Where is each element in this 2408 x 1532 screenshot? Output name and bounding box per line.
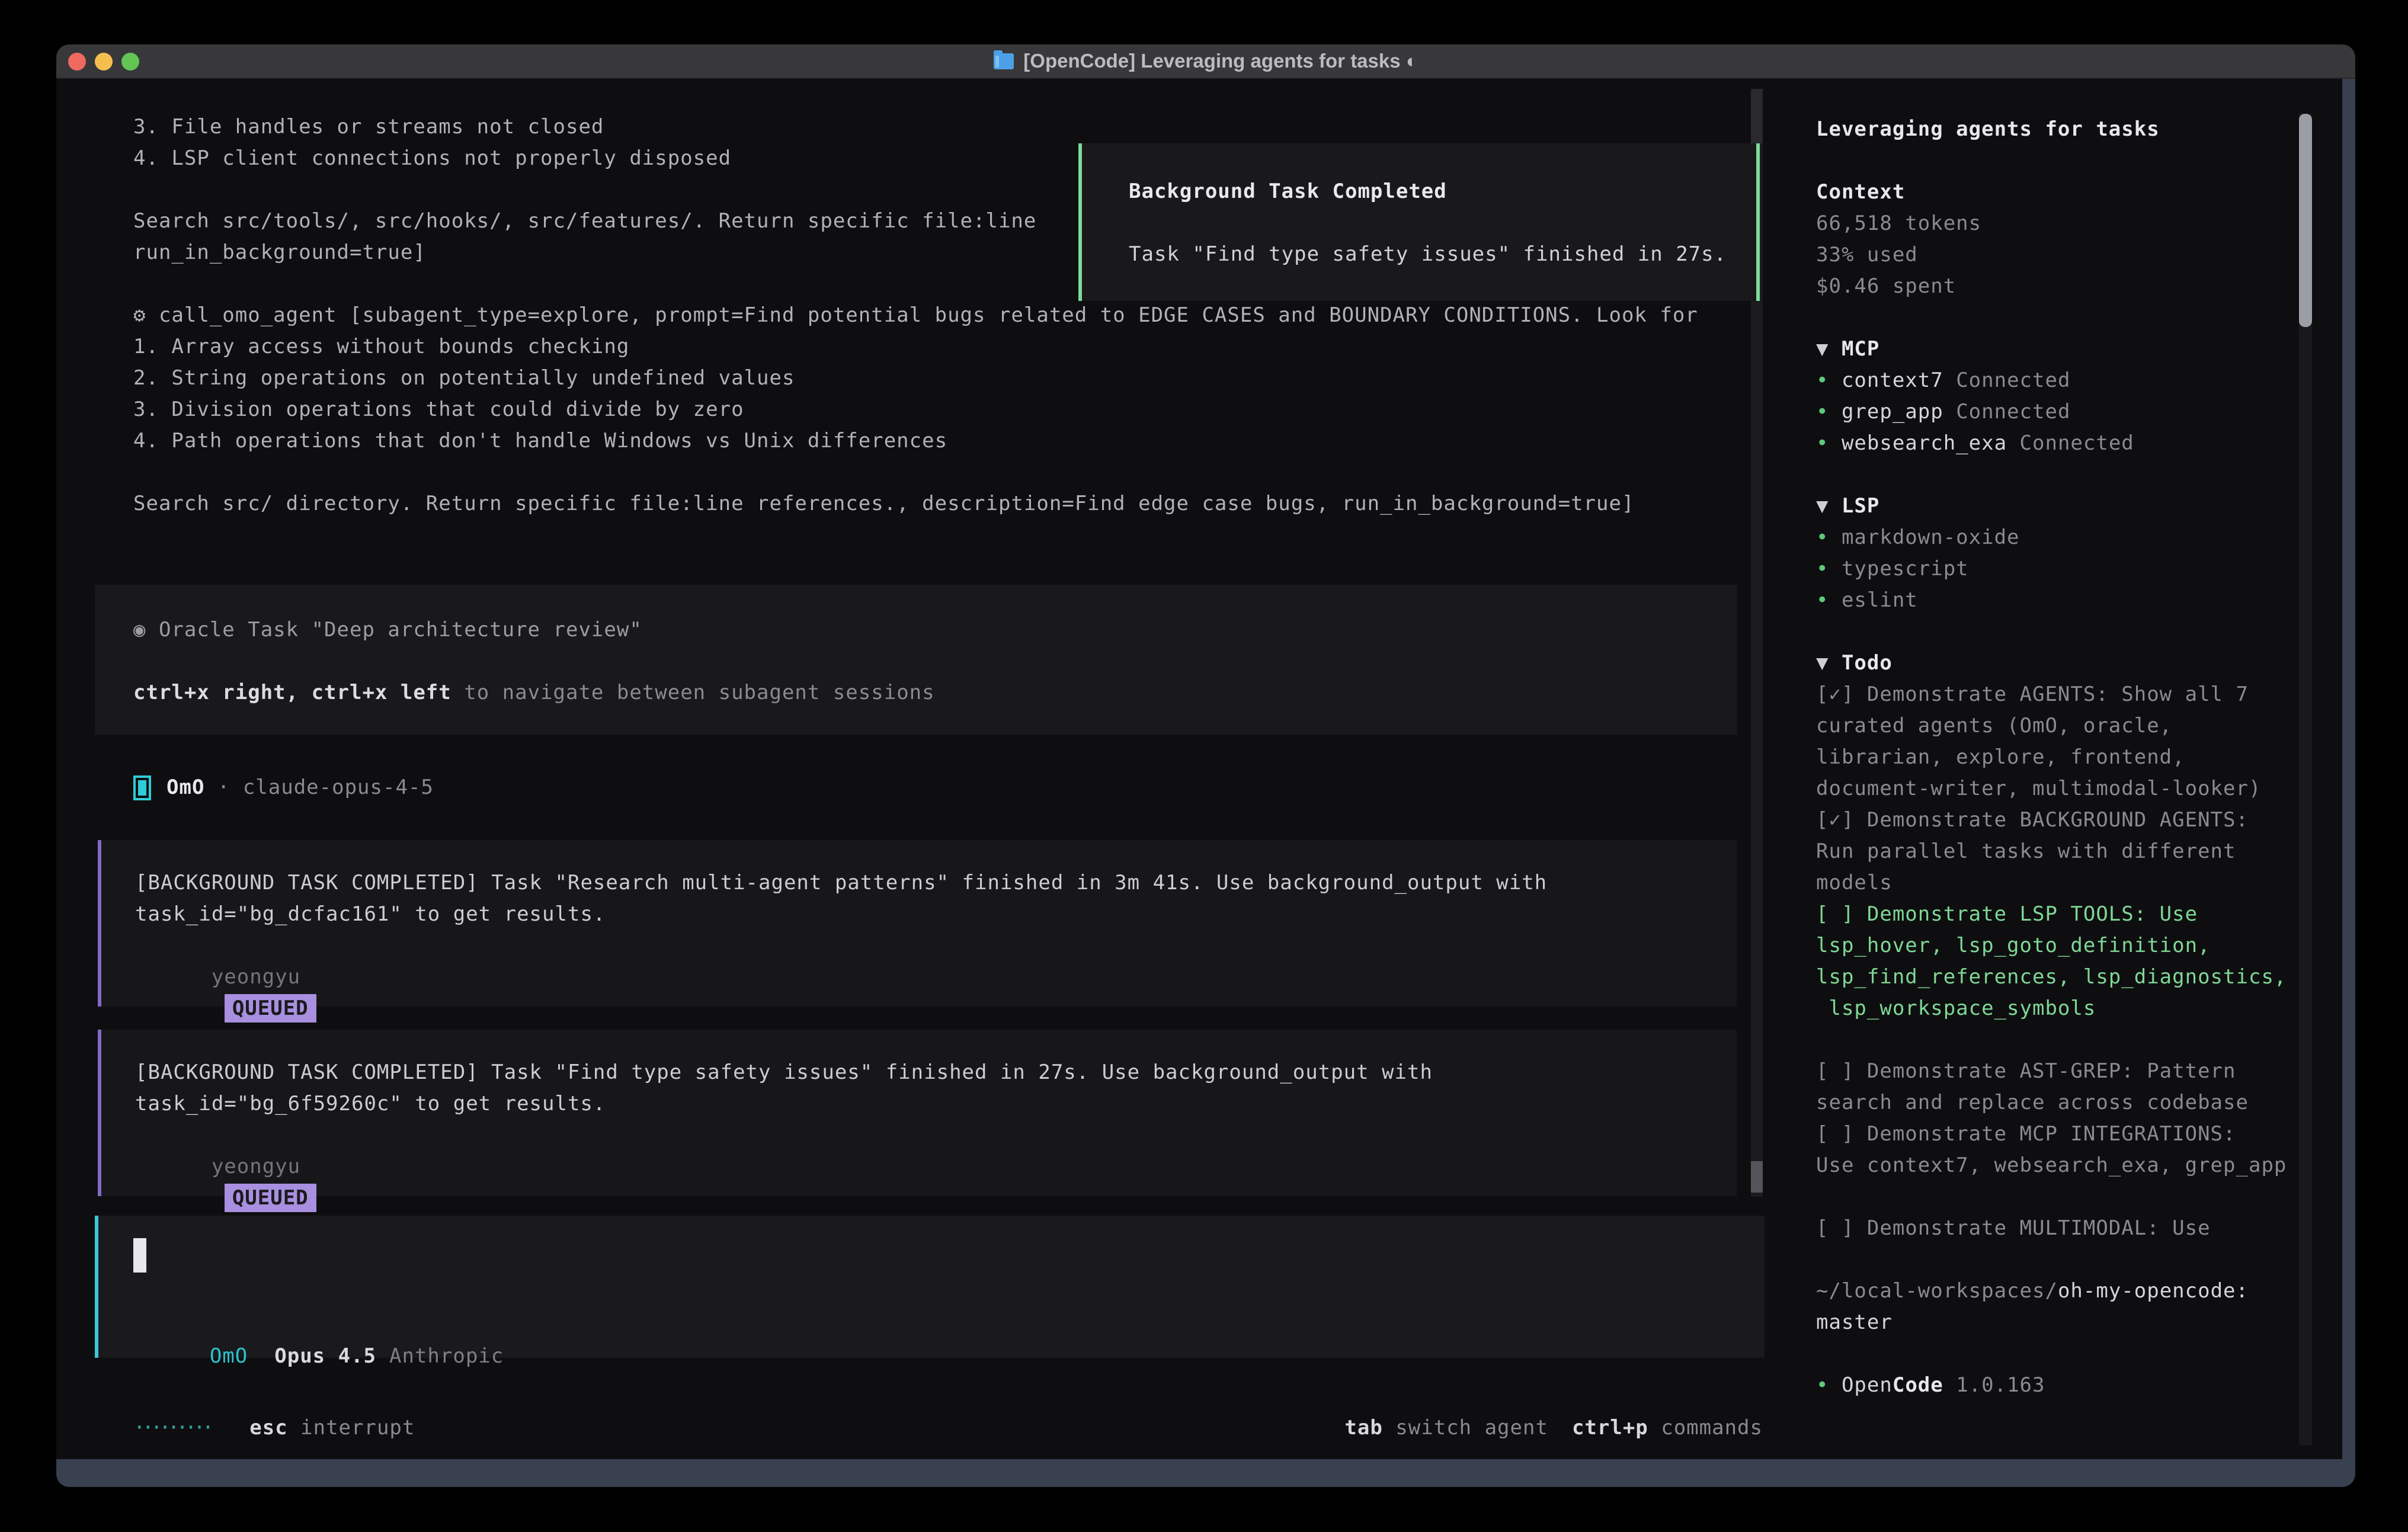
text-line xyxy=(1816,1181,2290,1213)
app-window: [OpenCode] Leveraging agents for tasks ◐… xyxy=(56,44,2355,1487)
background-task-message-1: [BACKGROUND TASK COMPLETED] Task "Resear… xyxy=(98,840,1737,1007)
message-text: [BACKGROUND TASK COMPLETED] Task "Resear… xyxy=(135,871,1547,895)
text-line: models xyxy=(1816,867,2290,899)
text-line xyxy=(1816,145,2290,177)
text-line: 33% used xyxy=(1816,239,2290,271)
text-line: master xyxy=(1816,1307,2290,1338)
text-line: 1. Array access without bounds checking xyxy=(133,331,1698,363)
spinner-dots-icon: ········· xyxy=(133,1412,210,1444)
session-header: OmO · claude-opus-4-5 xyxy=(133,772,434,803)
oracle-task-panel: ◉ Oracle Task "Deep architecture review"… xyxy=(95,585,1737,735)
close-button[interactable] xyxy=(68,53,86,70)
session-model: · claude-opus-4-5 xyxy=(204,772,433,803)
text-line xyxy=(1816,616,2290,648)
text-line: Run parallel tasks with different xyxy=(1816,836,2290,867)
text-line: • OpenCode 1.0.163 xyxy=(1816,1370,2290,1401)
oracle-task-title: ◉ Oracle Task "Deep architecture review" xyxy=(133,614,1737,646)
text-line: Context xyxy=(1816,177,2290,208)
text-line: 3. File handles or streams not closed xyxy=(133,111,1698,143)
tab-key-hint: tab xyxy=(1344,1412,1382,1444)
model-selector[interactable]: OmO Opus 4.5 Anthropic xyxy=(133,1309,504,1403)
text-line: lsp_workspace_symbols xyxy=(1816,993,2290,1024)
background-task-message-2: [BACKGROUND TASK COMPLETED] Task "Find t… xyxy=(98,1030,1737,1196)
status-badge: QUEUED xyxy=(225,1184,316,1212)
text-line: [✓] Demonstrate BACKGROUND AGENTS: xyxy=(1816,805,2290,836)
input-agent-name: OmO xyxy=(210,1344,248,1368)
text-line xyxy=(1816,459,2290,491)
text-line: lsp_find_references, lsp_diagnostics, xyxy=(1816,961,2290,993)
text-line: 4. Path operations that don't handle Win… xyxy=(133,425,1698,457)
titlebar: [OpenCode] Leveraging agents for tasks ◐ xyxy=(56,44,2355,79)
sidebar-scrollbar-thumb[interactable] xyxy=(2299,114,2312,327)
esc-key-hint: esc xyxy=(249,1412,287,1444)
background-task-notification[interactable]: Background Task Completed Task "Find typ… xyxy=(1078,143,1760,301)
status-bar: ········· esc interrupt tab switch agent… xyxy=(133,1412,1763,1444)
text-line: librarian, explore, frontend, xyxy=(1816,742,2290,773)
ctrlp-key-hint: ctrl+p xyxy=(1572,1412,1648,1444)
input-model-name: Opus 4.5 xyxy=(274,1344,376,1368)
notification-body: Task "Find type safety issues" finished … xyxy=(1129,239,1756,270)
text-line: [ ] Demonstrate LSP TOOLS: Use xyxy=(1816,899,2290,930)
notification-title: Background Task Completed xyxy=(1129,176,1756,207)
text-line: 2. String operations on potentially unde… xyxy=(133,363,1698,394)
text-line: Leveraging agents for tasks xyxy=(1816,114,2290,145)
text-line: [✓] Demonstrate AGENTS: Show all 7 xyxy=(1816,679,2290,710)
text-line: [ ] Demonstrate AST-GREP: Pattern xyxy=(1816,1056,2290,1087)
text-line: [ ] Demonstrate MULTIMODAL: Use xyxy=(1816,1213,2290,1244)
agent-name: OmO xyxy=(166,772,204,803)
text-line: • context7 Connected xyxy=(1816,365,2290,396)
text-line xyxy=(1816,1024,2290,1056)
text-line: $0.46 spent xyxy=(1816,271,2290,302)
text-line xyxy=(1816,1338,2290,1370)
text-line: • typescript xyxy=(1816,553,2290,585)
text-line: 66,518 tokens xyxy=(1816,208,2290,239)
main-scrollbar-thumb[interactable] xyxy=(1751,1161,1763,1193)
message-author: yeongyu xyxy=(212,1155,300,1178)
window-right-edge xyxy=(2342,79,2355,1459)
text-line: Search src/ directory. Return specific f… xyxy=(133,488,1698,520)
sidebar-scrollbar[interactable] xyxy=(2299,114,2312,1446)
text-line: curated agents (OmO, oracle, xyxy=(1816,710,2290,742)
status-badge: QUEUED xyxy=(225,994,316,1023)
minimize-button[interactable] xyxy=(95,53,113,70)
text-line: • eslint xyxy=(1816,585,2290,616)
text-line: [ ] Demonstrate MCP INTEGRATIONS: xyxy=(1816,1118,2290,1150)
text-line: • websearch_exa Connected xyxy=(1816,428,2290,459)
main-scrollbar-thumb-top[interactable] xyxy=(1751,89,1763,143)
maximize-button[interactable] xyxy=(121,53,139,70)
text-line: ~/local-workspaces/oh-my-opencode: xyxy=(1816,1275,2290,1307)
text-line: lsp_hover, lsp_goto_definition, xyxy=(1816,930,2290,961)
text-line: Use context7, websearch_exa, grep_app xyxy=(1816,1150,2290,1181)
folder-icon xyxy=(994,53,1014,69)
text-line: 3. Division operations that could divide… xyxy=(133,394,1698,425)
text-line: ⚙ call_omo_agent [subagent_type=explore,… xyxy=(133,300,1698,331)
text-line xyxy=(133,457,1698,488)
text-line: document-writer, multimodal-looker) xyxy=(1816,773,2290,805)
message-text: [BACKGROUND TASK COMPLETED] Task "Find t… xyxy=(135,1060,1433,1084)
text-line: ▼ LSP xyxy=(1816,491,2290,522)
window-title: [OpenCode] Leveraging agents for tasks ◐ xyxy=(1023,50,1417,72)
text-line: ▼ Todo xyxy=(1816,648,2290,679)
prompt-input[interactable]: OmOOpus 4.5Anthropic xyxy=(95,1216,1765,1358)
text-line: • markdown-oxide xyxy=(1816,522,2290,553)
text-line xyxy=(1816,1244,2290,1275)
text-line xyxy=(1816,302,2290,334)
text-line: ▼ MCP xyxy=(1816,334,2290,365)
input-provider: Anthropic xyxy=(389,1344,504,1368)
text-line: • grep_app Connected xyxy=(1816,396,2290,428)
text-cursor xyxy=(133,1238,146,1273)
message-text: task_id="bg_dcfac161" to get results. xyxy=(135,902,606,926)
window-footer xyxy=(56,1459,2355,1487)
message-text: task_id="bg_6f59260c" to get results. xyxy=(135,1092,606,1116)
message-author: yeongyu xyxy=(212,965,300,989)
text-line: search and replace across codebase xyxy=(1816,1087,2290,1118)
agent-icon xyxy=(133,775,151,800)
sidebar: Leveraging agents for tasks Context66,51… xyxy=(1816,114,2290,1401)
oracle-task-hint: ctrl+x right, ctrl+x left to navigate be… xyxy=(133,677,1737,709)
